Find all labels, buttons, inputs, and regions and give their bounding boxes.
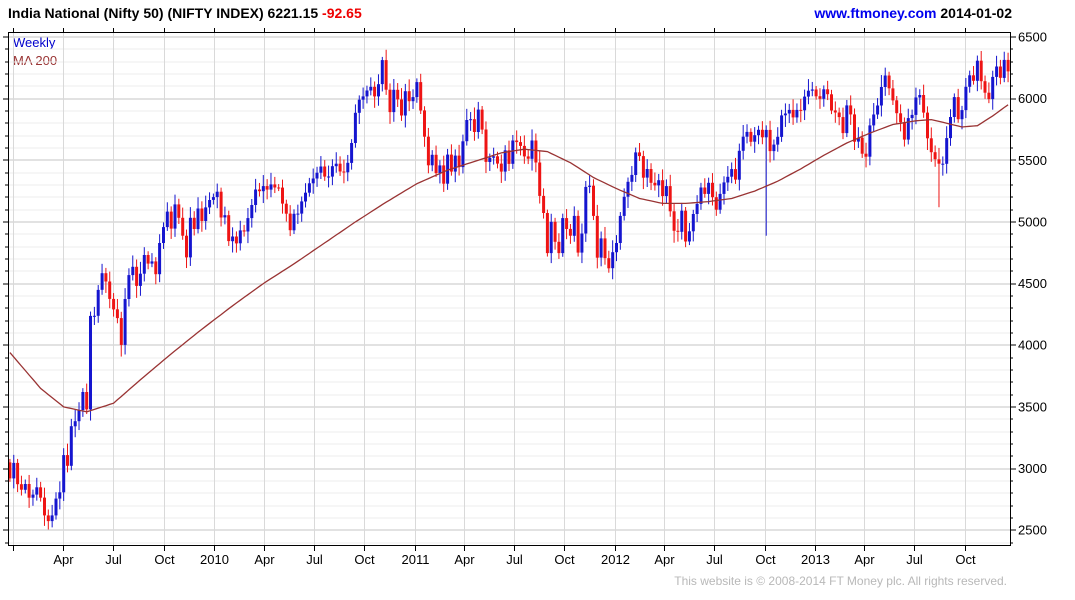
y-axis-label: 4000: [1018, 338, 1047, 353]
chart-page: India National (Nifty 50) (NIFTY INDEX) …: [0, 0, 1075, 600]
grid-lines: [8, 32, 1010, 545]
x-axis-label: Jul: [105, 552, 122, 567]
y-axis-label: 6000: [1018, 91, 1047, 106]
x-axis-label: Oct: [955, 552, 976, 567]
x-axis-label: Jul: [506, 552, 523, 567]
x-axis-label: 2013: [801, 552, 830, 567]
y-axis-label: 3500: [1018, 399, 1047, 414]
x-axis-label: Jul: [306, 552, 323, 567]
x-axis-label: 2012: [601, 552, 630, 567]
x-axis-label: Apr: [254, 552, 275, 567]
y-axis-label: 4500: [1018, 276, 1047, 291]
y-axis-label: 2500: [1018, 523, 1047, 538]
x-axis-label: Apr: [53, 552, 74, 567]
y-axis-label: 5000: [1018, 214, 1047, 229]
x-axis-label: Oct: [554, 552, 575, 567]
x-axis-label: Oct: [354, 552, 375, 567]
y-axis-label: 5500: [1018, 153, 1047, 168]
copyright-footer: This website is © 2008-2014 FT Money plc…: [674, 574, 1007, 588]
x-axis-label: 2010: [200, 552, 229, 567]
x-axis-label: Oct: [154, 552, 175, 567]
candles: [8, 49, 1010, 530]
x-axis-label: Apr: [654, 552, 675, 567]
x-axis-label: Jul: [706, 552, 723, 567]
y-axis: 2500 3000 3500 4000 4500 5000 5500 6000 6500: [3, 29, 1047, 544]
x-axis-label: 2011: [402, 552, 430, 567]
x-axis-label: Apr: [854, 552, 875, 567]
y-axis-label: 6500: [1018, 29, 1047, 44]
x-axis-label: Apr: [454, 552, 475, 567]
x-axis-label: Oct: [755, 552, 776, 567]
y-axis-label: 3000: [1018, 461, 1047, 476]
x-axis-label: Jul: [906, 552, 923, 567]
price-chart: 2500 3000 3500 4000 4500 5000 5500 6000 6500 Apr J…: [3, 28, 1047, 567]
